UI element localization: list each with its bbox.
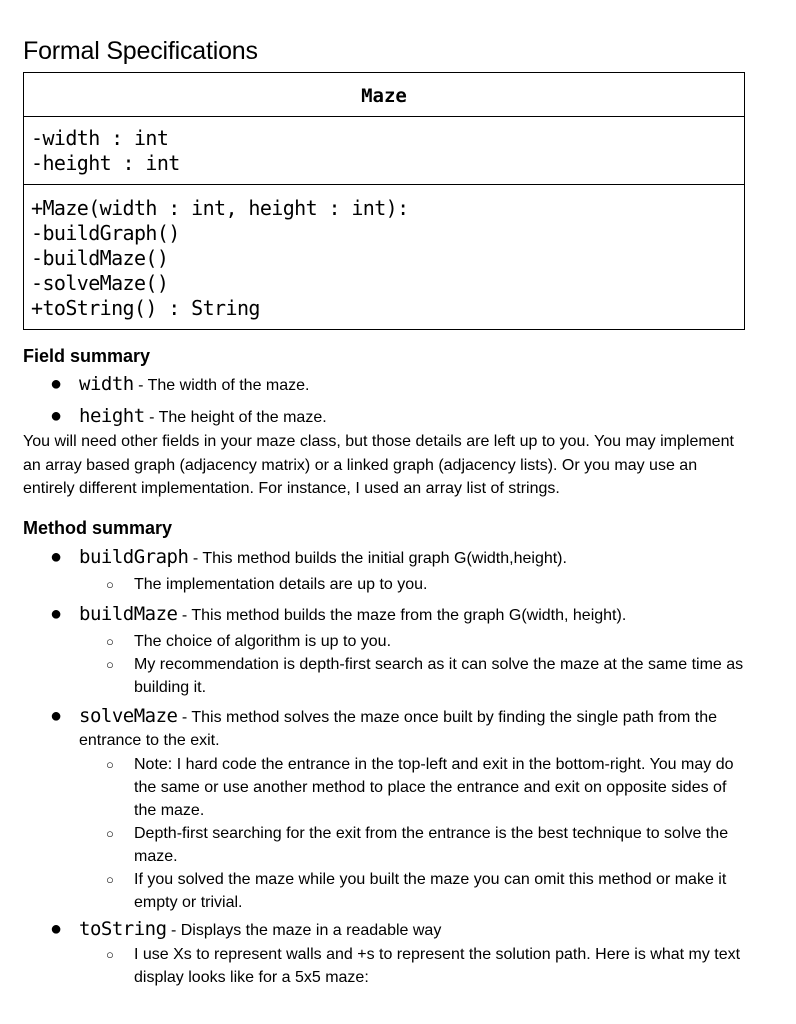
method-subitem-text: My recommendation is depth-first search …	[134, 656, 744, 696]
field-description: - The width of the maze.	[133, 377, 310, 394]
field-item: ● width - The width of the maze.	[0, 373, 796, 397]
method-summary-list: ● buildGraph - This method builds the in…	[0, 546, 796, 989]
uml-method: -buildMaze()	[31, 246, 169, 270]
field-description: - The height of the maze.	[144, 409, 327, 426]
method-subitem: ○ The implementation details are up to y…	[0, 573, 796, 596]
uml-method: +Maze(width : int, height : int):	[31, 196, 409, 220]
field-item: ● height - The height of the maze.	[0, 405, 796, 429]
method-subitem-text: If you solved the maze while you built t…	[134, 871, 727, 911]
method-subitem: ○ My recommendation is depth-first searc…	[0, 653, 796, 699]
method-subitem: ○ I use Xs to represent walls and +s to …	[0, 943, 796, 989]
sub-bullet-icon: ○	[106, 826, 114, 841]
method-subitem: ○ If you solved the maze while you built…	[0, 868, 796, 914]
method-subitem: ○ The choice of algorithm is up to you.	[0, 630, 796, 653]
method-item: ● buildGraph - This method builds the in…	[0, 546, 796, 570]
bullet-icon: ●	[50, 546, 63, 568]
method-summary-heading: Method summary	[23, 518, 173, 538]
field-summary-list: ● width - The width of the maze. ● heigh…	[0, 373, 796, 429]
bullet-icon: ●	[50, 373, 63, 395]
uml-class-name: Maze	[361, 85, 407, 107]
method-description: - This method builds the maze from the g…	[177, 607, 627, 624]
uml-class-diagram: Maze -width : int -height : int +Maze(wi…	[23, 72, 745, 330]
method-name: solveMaze	[79, 705, 178, 727]
method-subitem: ○ Note: I hard code the entrance in the …	[0, 753, 796, 822]
method-subitem-text: Depth-first searching for the exit from …	[134, 825, 729, 865]
field-summary-paragraph: You will need other fields in your maze …	[23, 433, 734, 497]
method-subitem-text: Note: I hard code the entrance in the to…	[134, 756, 734, 819]
method-subitem: ○ Depth-first searching for the exit fro…	[0, 822, 796, 868]
method-description: - This method builds the initial graph G…	[188, 550, 567, 567]
method-item: ● solveMaze - This method solves the maz…	[0, 705, 796, 752]
method-subitem-text: The choice of algorithm is up to you.	[134, 633, 392, 650]
bullet-icon: ●	[50, 918, 63, 940]
field-name: height	[79, 405, 145, 427]
method-name: toString	[79, 918, 167, 940]
method-name: buildMaze	[79, 603, 178, 625]
page-title: Formal Specifications	[23, 37, 258, 65]
field-name: width	[79, 373, 134, 395]
method-item: ● buildMaze - This method builds the maz…	[0, 603, 796, 627]
uml-methods-section: +Maze(width : int, height : int): -build…	[24, 184, 744, 329]
method-subitem-text: The implementation details are up to you…	[134, 576, 428, 593]
sub-bullet-icon: ○	[106, 757, 114, 772]
bullet-icon: ●	[50, 603, 63, 625]
uml-field: -width : int	[31, 126, 169, 150]
method-name: buildGraph	[79, 546, 189, 568]
uml-method: -buildGraph()	[31, 221, 180, 245]
sub-bullet-icon: ○	[106, 657, 114, 672]
method-subitem-text: I use Xs to represent walls and +s to re…	[134, 946, 741, 986]
sub-bullet-icon: ○	[106, 634, 114, 649]
sub-bullet-icon: ○	[106, 947, 114, 962]
uml-method: -solveMaze()	[31, 271, 169, 295]
uml-method: +toString() : String	[31, 296, 260, 320]
uml-fields-section: -width : int -height : int	[24, 116, 744, 184]
bullet-icon: ●	[50, 705, 63, 727]
bullet-icon: ●	[50, 405, 63, 427]
method-description: - Displays the maze in a readable way	[166, 922, 442, 939]
uml-field: -height : int	[31, 151, 180, 175]
field-summary-heading: Field summary	[23, 346, 151, 366]
sub-bullet-icon: ○	[106, 577, 114, 592]
sub-bullet-icon: ○	[106, 872, 114, 887]
method-item: ● toString - Displays the maze in a read…	[0, 918, 796, 942]
